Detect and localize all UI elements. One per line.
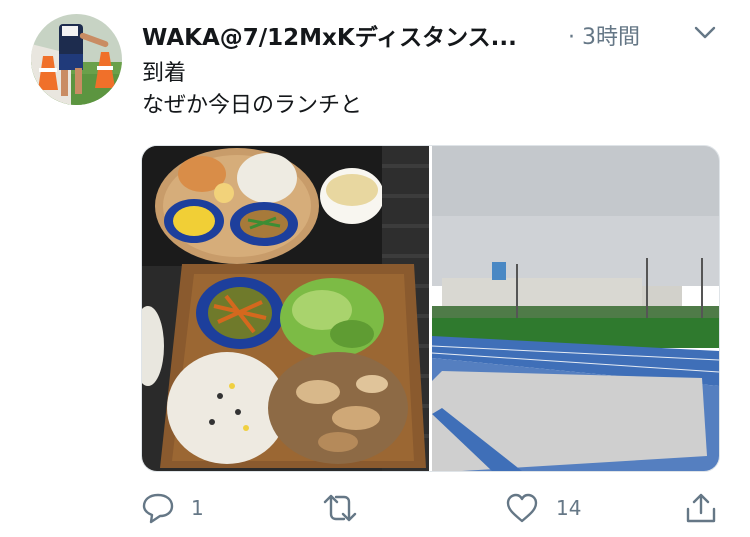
timestamp[interactable]: · 3時間	[568, 19, 640, 51]
like-count: 14	[556, 496, 582, 520]
tweet-header: WAKA@7/12MxKディスタンス... · 3時間	[142, 14, 720, 52]
retweet-icon	[323, 494, 357, 522]
runner-avatar-icon	[31, 14, 122, 105]
media-grid[interactable]	[141, 145, 720, 472]
author-name[interactable]: WAKA@7/12MxKディスタンス...	[142, 18, 517, 52]
heart-icon	[506, 493, 538, 523]
share-icon	[686, 493, 716, 523]
timestamp-text: 3時間	[582, 25, 640, 50]
like-button[interactable]: 14	[505, 490, 595, 526]
avatar[interactable]	[31, 14, 122, 105]
reply-icon	[142, 493, 174, 524]
more-options-button[interactable]	[692, 22, 718, 42]
media-grid-svg	[142, 146, 719, 471]
share-button[interactable]	[684, 490, 720, 526]
running-track-photo[interactable]	[431, 146, 719, 471]
reply-count: 1	[191, 496, 204, 520]
tweet-line: なぜか今日のランチと	[142, 93, 363, 118]
tweet-text: 到着 なぜか今日のランチと	[142, 58, 362, 122]
chevron-down-icon	[694, 26, 716, 39]
reply-button[interactable]: 1	[141, 490, 211, 526]
food-plates-photo[interactable]	[142, 146, 429, 471]
retweet-button[interactable]	[322, 490, 382, 526]
tweet-line: 到着	[142, 61, 187, 86]
